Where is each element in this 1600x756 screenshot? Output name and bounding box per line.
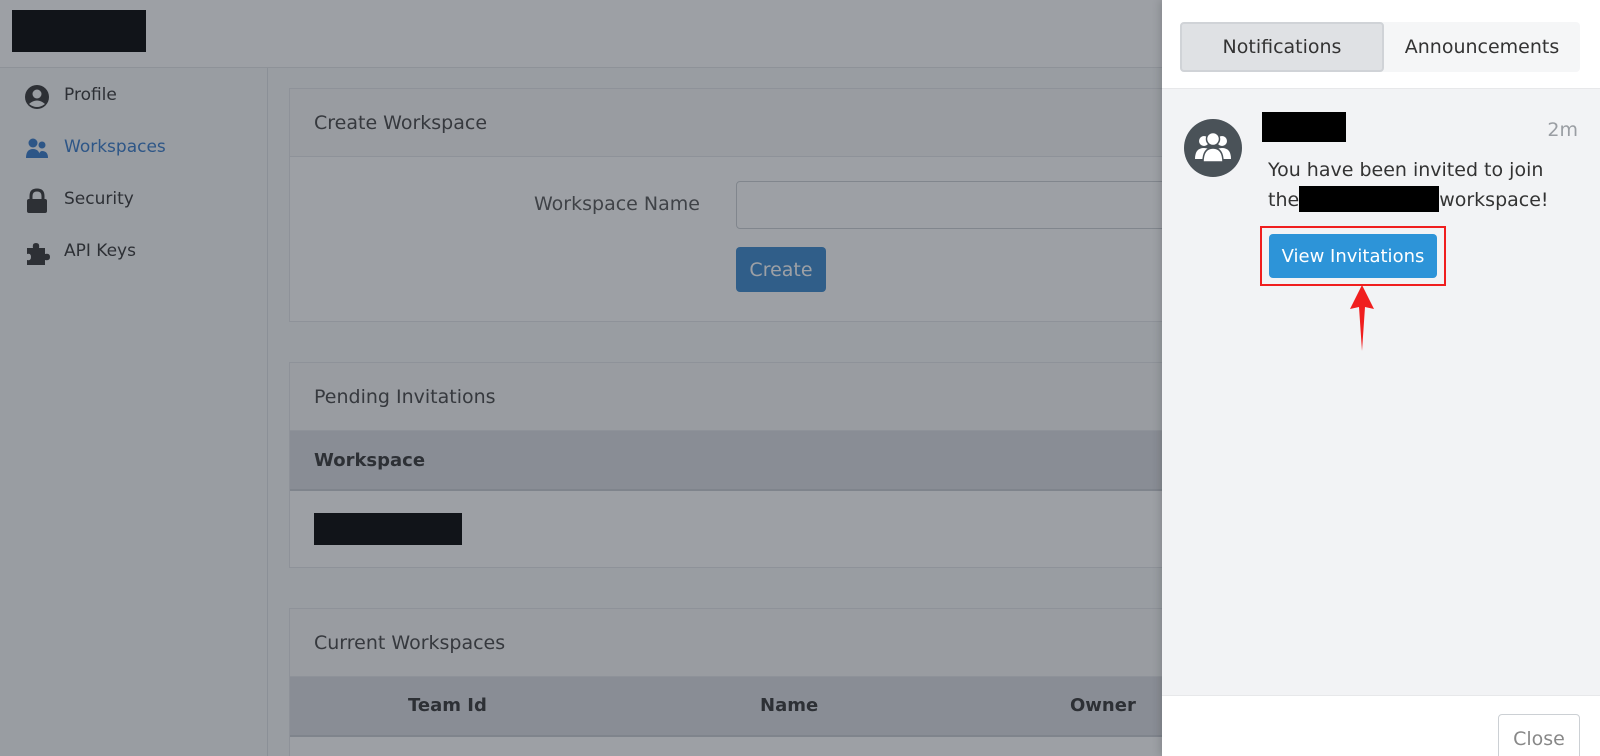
close-button[interactable]: Close [1498,714,1580,756]
view-invitations-button[interactable]: View Invitations [1269,234,1437,278]
redacted-sender-name [1262,112,1346,142]
group-icon [1195,131,1231,163]
tab-notifications[interactable]: Notifications [1180,22,1384,72]
panel-tabs: Notifications Announcements [1180,22,1580,72]
message-text-after: workspace! [1439,189,1549,211]
notification-panel: Notifications Announcements 2m You have … [1162,0,1600,756]
group-avatar [1184,119,1242,177]
annotation-arrow-up-icon [1350,285,1374,351]
tab-announcements[interactable]: Announcements [1384,22,1580,72]
redacted-workspace-name [1299,185,1440,212]
notification-list: 2m You have been invited to join the work… [1162,88,1600,696]
notification-message: You have been invited to join the workspa… [1268,155,1578,215]
notification-time: 2m [1547,119,1578,141]
